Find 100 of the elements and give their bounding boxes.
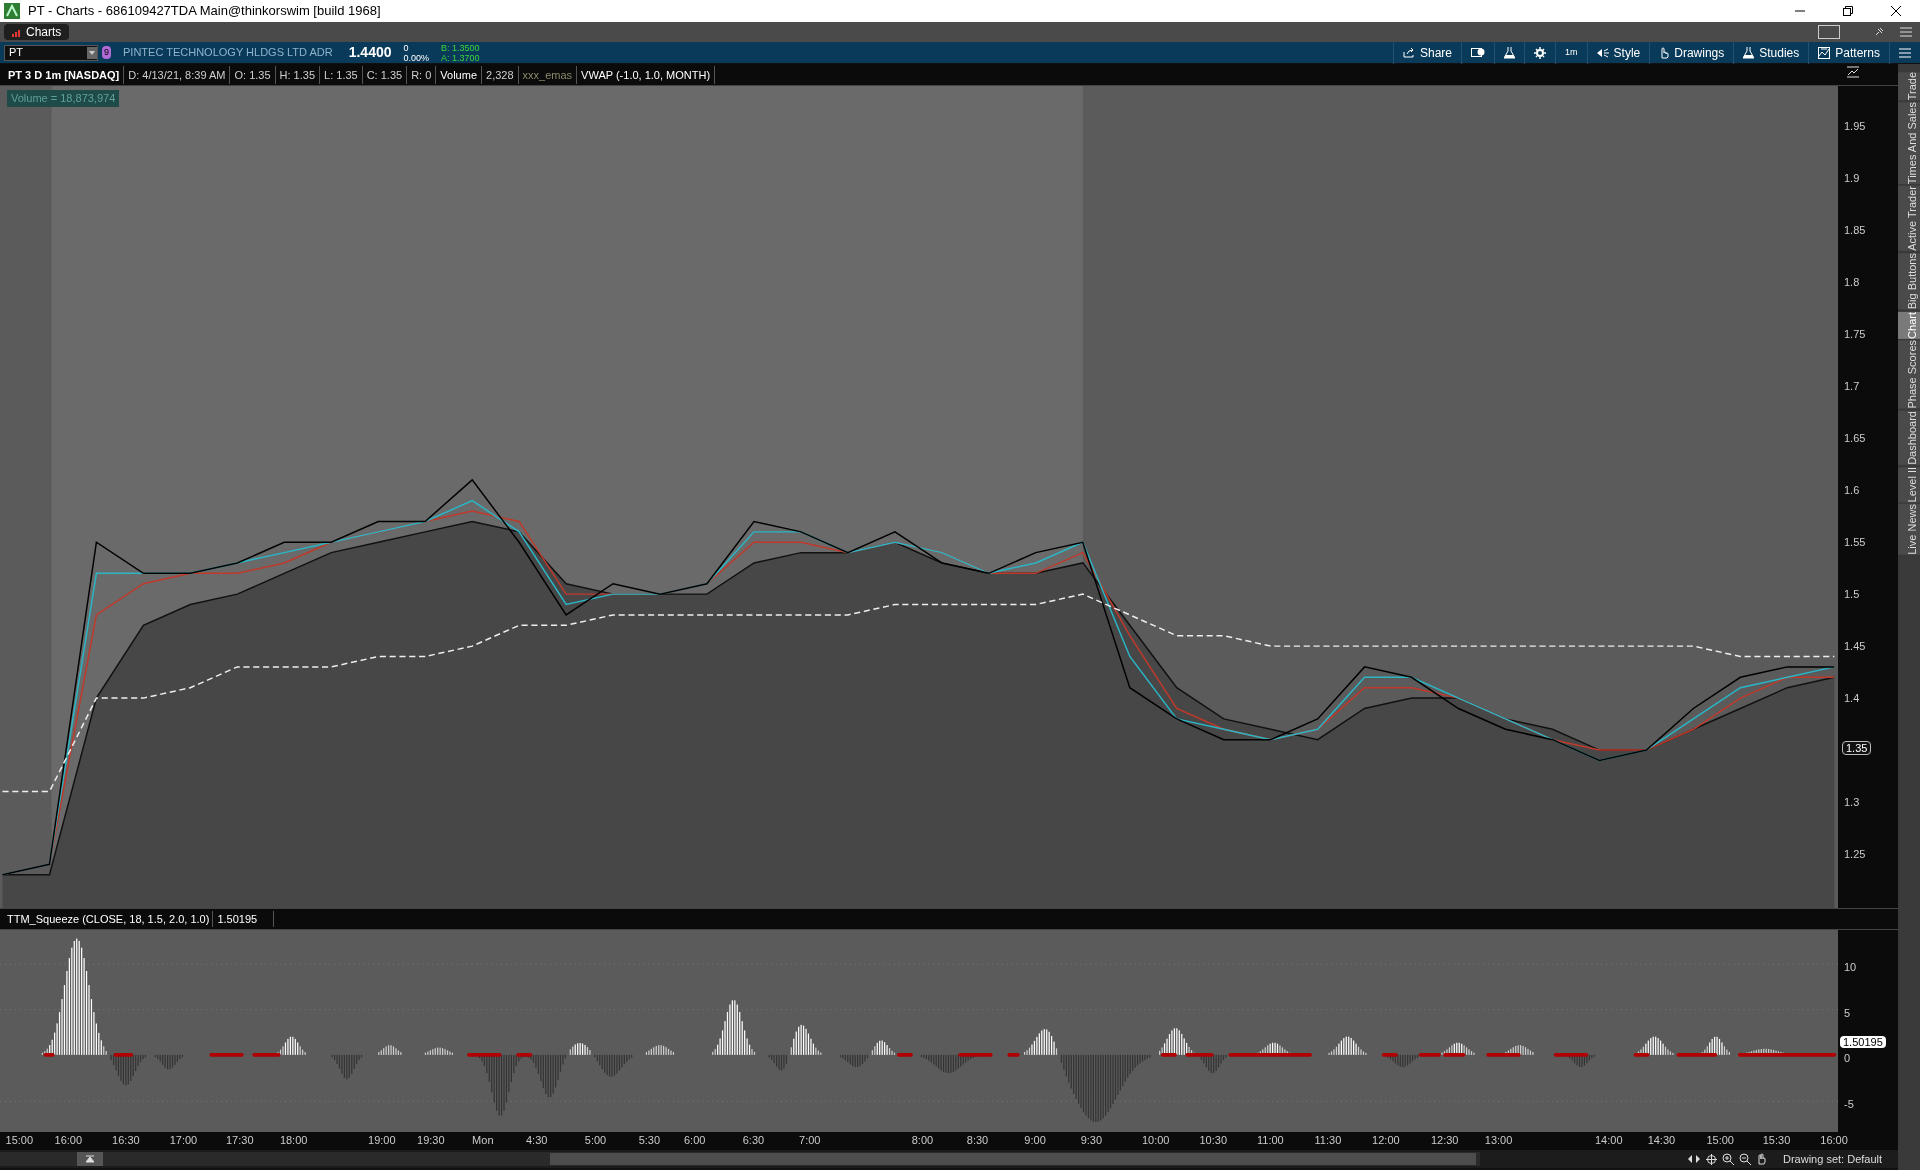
flask-icon: [1504, 46, 1516, 59]
axis-label: 1.9: [1844, 172, 1860, 185]
side-tab[interactable]: Dashboard: [1898, 410, 1920, 465]
side-tab[interactable]: Active Trader: [1898, 186, 1920, 252]
side-tab[interactable]: Chart: [1898, 311, 1920, 339]
time-label: 16:30: [112, 1134, 140, 1147]
time-label: 14:00: [1594, 1134, 1623, 1147]
axis-label: 5: [1844, 1006, 1851, 1019]
time-label: 19:00: [368, 1134, 396, 1147]
last-price: 1.4400: [348, 43, 392, 62]
side-tab[interactable]: Level II: [1898, 466, 1920, 503]
volume-label: Volume = 18,873,974: [7, 90, 120, 107]
info-value: L: 1.35: [320, 65, 363, 84]
study-label[interactable]: VWAP (-1.0, 1.0, MONTH): [577, 65, 716, 84]
side-tab[interactable]: Times And Sales: [1898, 102, 1920, 185]
time-label: 9:00: [1024, 1134, 1046, 1147]
time-label: 15:00: [5, 1134, 34, 1147]
time-label: 11:00: [1257, 1134, 1284, 1147]
menu-icon[interactable]: [1900, 27, 1912, 37]
tab[interactable]: Charts: [4, 24, 70, 40]
style-button[interactable]: Style: [1586, 41, 1650, 64]
side-tab[interactable]: Live News: [1898, 504, 1920, 555]
time-label: 17:30: [226, 1134, 254, 1147]
time-label: 16:00: [54, 1134, 83, 1147]
axis-label: 1.85: [1844, 224, 1866, 237]
time-label: Mon: [472, 1134, 494, 1147]
time-label: 5:30: [638, 1134, 661, 1147]
pan-icon[interactable]: [1688, 1154, 1700, 1164]
axis-label: -5: [1844, 1098, 1854, 1111]
info-value: R: 0: [407, 65, 437, 84]
pin-icon[interactable]: [1874, 27, 1884, 37]
drawing-set-label[interactable]: Drawing set: Default: [1783, 1150, 1883, 1168]
time-label: 4:30: [526, 1134, 548, 1147]
axis-label: 0: [1844, 1051, 1851, 1064]
expand-button[interactable]: [77, 1152, 103, 1166]
time-label: 17:00: [169, 1134, 198, 1147]
settings-icon: [1534, 46, 1547, 59]
link-group-badge[interactable]: 9: [102, 45, 111, 60]
window-title: PT - Charts - 686109427TDA Main@thinkorswim [build 1968]: [28, 2, 381, 21]
menu-icon: [1899, 47, 1911, 58]
scrollbar-thumb[interactable]: [550, 1153, 1476, 1165]
patterns-button[interactable]: Patterns: [1808, 41, 1889, 64]
bid-price: B: 1.3500: [441, 42, 480, 53]
close-icon: [1890, 5, 1902, 17]
price-marker: 1.35: [1842, 741, 1872, 756]
share-icon: [1403, 47, 1415, 58]
time-label: 5:00: [584, 1134, 607, 1147]
info-value: D: 4/13/21, 8:39 AM: [124, 65, 231, 84]
axis-label: 1.3: [1844, 796, 1860, 809]
axis-label: 1.8: [1844, 276, 1860, 289]
alert-icon: [1471, 47, 1486, 58]
study-label[interactable]: xxx_emas: [518, 65, 578, 84]
studies-button[interactable]: Studies: [1733, 41, 1809, 64]
side-tab[interactable]: Phase Scores: [1898, 340, 1920, 409]
axis-label: 1.4: [1844, 692, 1860, 705]
time-label: 9:30: [1080, 1134, 1103, 1147]
time-label: 18:00: [279, 1134, 308, 1147]
info-value: 2,328: [482, 65, 519, 84]
time-label: 8:00: [911, 1134, 934, 1147]
drawings-button[interactable]: Drawings: [1649, 41, 1734, 64]
study-label[interactable]: TTM_Squeeze (CLOSE, 18, 1.5, 2.0, 1.0): [4, 910, 214, 928]
side-tab[interactable]: Trade: [1898, 72, 1920, 101]
symbol-field[interactable]: PT: [4, 44, 98, 61]
info-value: O: 1.35: [230, 65, 276, 84]
axis-label: 1.7: [1844, 380, 1860, 393]
axis-label: 1.5: [1844, 588, 1860, 601]
study-label[interactable]: PT 3 D 1m [NASDAQ]: [4, 65, 125, 84]
side-tab[interactable]: Big Buttons: [1898, 253, 1920, 310]
info-value: H: 1.35: [275, 65, 321, 84]
expand-icon: [86, 1155, 94, 1163]
time-label: 6:00: [683, 1134, 706, 1147]
time-label: 16:00: [1820, 1134, 1848, 1147]
share-button[interactable]: Share: [1393, 41, 1462, 64]
study-marker: 1.50195: [1840, 1036, 1886, 1049]
axis-label: 1.75: [1844, 328, 1866, 341]
axis-label: 1.65: [1844, 432, 1866, 445]
axis-label: 1.55: [1844, 536, 1866, 549]
aggregation-button[interactable]: 1m: [1555, 41, 1587, 64]
chart-mode-icon[interactable]: [1846, 66, 1860, 78]
patterns-icon: [1818, 46, 1831, 59]
time-label: 8:30: [966, 1134, 989, 1147]
axis-label: 1.95: [1844, 120, 1866, 133]
zoom-out-icon[interactable]: [1739, 1153, 1751, 1165]
app-icon: [4, 3, 20, 19]
time-label: 12:00: [1372, 1134, 1400, 1147]
time-label: 11:30: [1314, 1134, 1342, 1147]
style-icon: [1596, 47, 1609, 58]
crosshair-icon[interactable]: [1706, 1153, 1717, 1165]
hand-icon: [1659, 46, 1670, 59]
ask-price: A: 1.3700: [441, 52, 480, 63]
price-change: 0: [403, 42, 410, 53]
hand-icon[interactable]: [1756, 1153, 1767, 1165]
layout-button[interactable]: [1818, 25, 1840, 39]
time-label: 15:00: [1706, 1134, 1734, 1147]
zoom-in-icon[interactable]: [1722, 1153, 1734, 1165]
time-label: 19:30: [417, 1134, 445, 1147]
time-label: 13:00: [1484, 1134, 1513, 1147]
time-label: 7:00: [799, 1134, 821, 1147]
study-label[interactable]: Volume: [436, 65, 483, 84]
dropdown-icon[interactable]: [89, 50, 95, 55]
